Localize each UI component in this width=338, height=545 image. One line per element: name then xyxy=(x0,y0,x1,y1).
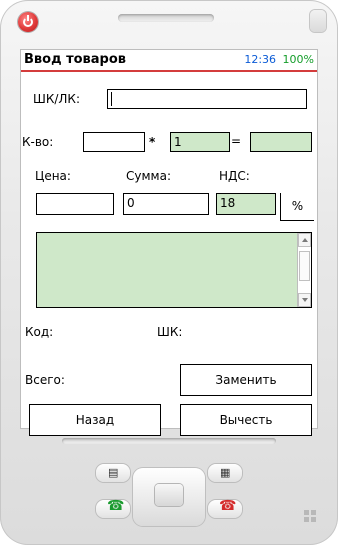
scroll-down-icon[interactable] xyxy=(298,293,311,307)
multiply-sign: * xyxy=(149,135,156,149)
text-caret xyxy=(111,92,112,106)
power-icon xyxy=(23,15,33,27)
end-call-button[interactable]: ☎ xyxy=(208,498,242,518)
power-button[interactable] xyxy=(18,12,38,32)
app-screen: Ввод товаров 12:36 100% ШК/ЛК: К-во: * 1… xyxy=(21,50,317,436)
battery-level: 100% xyxy=(282,53,314,66)
vat-percent: % xyxy=(280,193,314,221)
scroll-up-icon[interactable] xyxy=(298,233,311,247)
barcode-label: ШК/ЛК: xyxy=(33,92,80,106)
code-label: Код: xyxy=(25,325,54,339)
replace-button[interactable]: Заменить xyxy=(180,364,312,396)
textarea-scrollbar[interactable] xyxy=(297,233,311,307)
result-field[interactable] xyxy=(250,132,312,152)
subtract-button[interactable]: Вычесть xyxy=(180,404,312,436)
sum-label: Сумма: xyxy=(126,169,171,183)
left-softkey-button[interactable]: ▤ xyxy=(96,464,130,482)
clock: 12:36 xyxy=(244,53,277,66)
multiplier-value: 1 xyxy=(174,135,182,149)
scroll-thumb[interactable] xyxy=(299,251,310,281)
multiplier-input[interactable]: 1 xyxy=(170,132,230,152)
device-frame: Ввод товаров 12:36 100% ШК/ЛК: К-во: * 1… xyxy=(0,0,338,545)
equals-sign: = xyxy=(231,134,242,148)
call-button[interactable]: ☎ xyxy=(96,498,130,518)
call-icon: ☎ xyxy=(107,498,125,514)
speaker-grille xyxy=(118,14,214,22)
price-label: Цена: xyxy=(35,169,71,183)
right-softkey-icon: ▦ xyxy=(220,466,231,479)
vat-input[interactable]: 18 xyxy=(216,193,276,215)
app-title: Ввод товаров xyxy=(24,52,127,67)
vat-value: 18 xyxy=(220,196,236,210)
stylus-slot xyxy=(310,10,326,32)
sk-label: ШК: xyxy=(157,325,183,339)
bezel-divider xyxy=(62,438,276,444)
end-call-icon: ☎ xyxy=(219,498,237,514)
price-input[interactable] xyxy=(36,193,114,215)
left-softkey-icon: ▤ xyxy=(108,466,119,479)
dpad-center-button[interactable] xyxy=(155,484,183,506)
total-label: Всего: xyxy=(25,373,65,387)
right-softkey-button[interactable]: ▦ xyxy=(208,464,242,482)
barcode-input[interactable] xyxy=(107,89,307,109)
goods-textarea[interactable] xyxy=(36,232,312,308)
sum-input[interactable]: 0 xyxy=(123,193,209,215)
qty-label: К-во: xyxy=(22,135,54,149)
windows-logo xyxy=(304,510,316,522)
status-area: 12:36 100% xyxy=(244,53,314,66)
sum-value: 0 xyxy=(127,196,135,210)
vat-label: НДС: xyxy=(219,169,250,183)
title-bar: Ввод товаров 12:36 100% xyxy=(21,50,317,72)
back-button[interactable]: Назад xyxy=(29,404,161,436)
qty-input[interactable] xyxy=(83,132,145,152)
